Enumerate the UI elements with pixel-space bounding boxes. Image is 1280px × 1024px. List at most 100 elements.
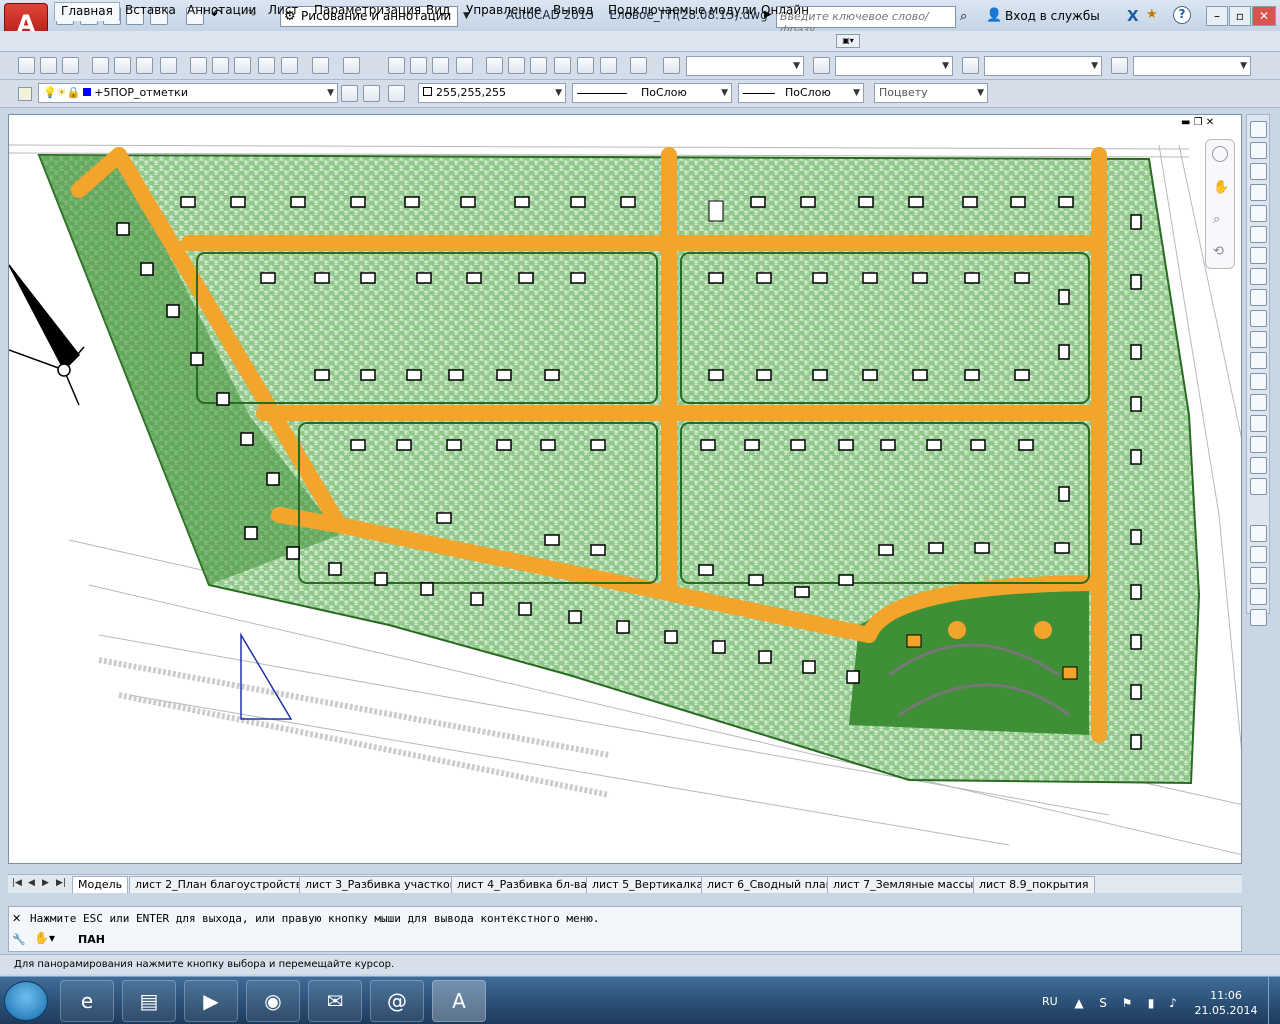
3dprint-icon[interactable] [160, 57, 177, 74]
hatch-icon[interactable] [1250, 415, 1267, 432]
cut-icon[interactable] [190, 57, 207, 74]
preview-icon[interactable] [114, 57, 131, 74]
help-icon[interactable] [630, 57, 647, 74]
layer-previous-icon[interactable] [363, 85, 380, 102]
help-icon[interactable]: ? [1173, 6, 1191, 24]
construction-line-icon[interactable] [1250, 142, 1267, 159]
ellipse-arc-icon[interactable] [1250, 331, 1267, 348]
minimize-icon[interactable]: ▬ [1181, 117, 1190, 128]
first-tab-icon[interactable]: |◀ [12, 878, 22, 888]
media-player-icon[interactable]: ▶ [184, 980, 238, 1022]
zoom-previous-icon[interactable] [456, 57, 473, 74]
start-button[interactable] [4, 981, 48, 1021]
flag-icon[interactable]: ⚑ [1120, 996, 1134, 1010]
explorer-icon[interactable]: ▤ [122, 980, 176, 1022]
last-tab-icon[interactable]: ▶| [56, 878, 66, 888]
tab-output[interactable]: Вывод [547, 2, 599, 21]
erase-icon[interactable] [1250, 525, 1267, 542]
ribbon-toggle-icon[interactable]: ▣▾ [836, 34, 860, 48]
login-button[interactable]: Вход в службы [1005, 9, 1100, 23]
color-select[interactable]: 255,255,255 ▼ [418, 83, 566, 103]
skype-icon[interactable]: S [1096, 996, 1110, 1010]
tab-sheet-7[interactable]: лист 7_Земляные массы [827, 876, 980, 893]
new-icon[interactable] [18, 57, 35, 74]
sheetset-icon[interactable] [554, 57, 571, 74]
designcenter-icon[interactable] [508, 57, 525, 74]
polygon-icon[interactable] [1250, 184, 1267, 201]
close-icon[interactable]: ✕ [1206, 117, 1214, 128]
tab-sheet-3[interactable]: лист 3_Разбивка участков [299, 876, 463, 893]
polyline-icon[interactable] [1250, 163, 1267, 180]
table-icon[interactable] [1250, 478, 1267, 495]
tab-manage[interactable]: Управление [460, 2, 547, 21]
pan-icon[interactable]: ✋ [1213, 180, 1229, 195]
tab-sheet-8[interactable]: лист 8.9_покрытия [973, 876, 1095, 893]
tab-layout[interactable]: Лист [262, 2, 304, 21]
tab-sheet-4[interactable]: лист 4_Разбивка бл-ва [451, 876, 594, 893]
zoom-icon[interactable]: ⌕ [1213, 212, 1220, 227]
open-icon[interactable] [40, 57, 57, 74]
line-icon[interactable] [1250, 121, 1267, 138]
language-indicator[interactable]: RU [1042, 995, 1058, 1008]
redo-icon[interactable] [343, 57, 360, 74]
ellipse-icon[interactable] [1250, 310, 1267, 327]
layer-select[interactable]: 💡☀🔒 +5ПОР_отметки ▼ [38, 83, 338, 103]
print-icon[interactable] [92, 57, 109, 74]
firefox-icon[interactable]: ◉ [246, 980, 300, 1022]
multileader-icon[interactable] [1111, 57, 1128, 74]
mail-icon[interactable]: ✉ [308, 980, 362, 1022]
zoom-window-icon[interactable] [432, 57, 449, 74]
tab-home[interactable]: Главная [54, 2, 120, 21]
zoom-realtime-icon[interactable] [410, 57, 427, 74]
layer-state-icon[interactable] [388, 85, 405, 102]
mail-agent-icon[interactable]: @ [370, 980, 424, 1022]
publish-icon[interactable] [136, 57, 153, 74]
tab-insert[interactable]: Вставка [119, 2, 182, 21]
save-icon[interactable] [62, 57, 79, 74]
tab-sheet-6[interactable]: лист 6_Сводный план [701, 876, 839, 893]
textstyle-icon[interactable] [663, 57, 680, 74]
arc-icon[interactable] [1250, 226, 1267, 243]
lineweight-select[interactable]: ПоСлою ▼ [738, 83, 864, 103]
undo-icon[interactable] [312, 57, 329, 74]
toolpalettes-icon[interactable] [530, 57, 547, 74]
next-tab-icon[interactable]: ▶ [42, 878, 49, 888]
tab-annotate[interactable]: Аннотации [181, 2, 262, 21]
insert-block-icon[interactable] [1250, 352, 1267, 369]
tab-model[interactable]: Модель [72, 876, 129, 893]
brush-icon[interactable] [281, 57, 298, 74]
text-style-select[interactable]: ▼ [686, 56, 804, 76]
dimstyle-icon[interactable] [813, 57, 830, 74]
region-icon[interactable] [1250, 457, 1267, 474]
tab-plugins[interactable]: Подключаемые модули [602, 2, 763, 21]
drawing-canvas[interactable]: ▬ ❐ ✕ ✋ ⌕ ⟲ [8, 114, 1242, 864]
maximize-button[interactable]: ▫ [1229, 6, 1251, 26]
tab-view[interactable]: Вид [420, 2, 456, 21]
layer-manager-icon[interactable] [18, 87, 32, 101]
pan-icon[interactable] [388, 57, 405, 74]
volume-icon[interactable]: ♪ [1166, 996, 1180, 1010]
tab-online[interactable]: Онлайн [755, 2, 815, 21]
orbit-icon[interactable]: ⟲ [1213, 244, 1224, 259]
paste-icon[interactable] [234, 57, 251, 74]
network-icon[interactable]: ▮ [1144, 996, 1158, 1010]
linetype-select[interactable]: ПоСлою ▼ [572, 83, 732, 103]
array-icon[interactable] [1250, 609, 1267, 626]
make-current-icon[interactable] [341, 85, 358, 102]
make-block-icon[interactable] [1250, 373, 1267, 390]
spline-icon[interactable] [1250, 289, 1267, 306]
minimize-button[interactable]: – [1206, 6, 1228, 26]
star-icon[interactable]: ★ [1146, 7, 1158, 22]
clock[interactable]: 11:06 21.05.2014 [1186, 988, 1266, 1018]
point-icon[interactable] [1250, 394, 1267, 411]
offset-icon[interactable] [1250, 588, 1267, 605]
steering-wheel-icon[interactable] [1212, 146, 1228, 162]
wrench-icon[interactable]: 🔧 [12, 933, 26, 946]
command-input[interactable]: ПАН [78, 933, 105, 946]
close-button[interactable]: ✕ [1252, 6, 1276, 26]
tablestyle-icon[interactable] [962, 57, 979, 74]
copy-icon[interactable] [212, 57, 229, 74]
circle-icon[interactable] [1250, 247, 1267, 264]
tab-parametric[interactable]: Параметризация [308, 2, 427, 21]
mirror-icon[interactable] [1250, 567, 1267, 584]
